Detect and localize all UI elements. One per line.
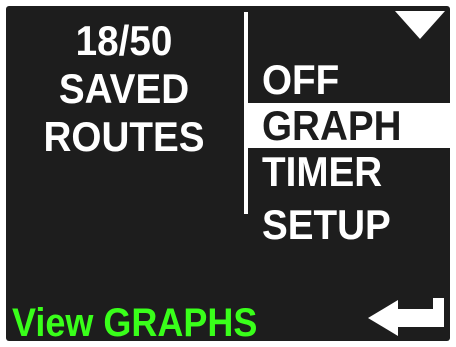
menu-item-label: TIMER [262,148,383,195]
saved-label-line1: SAVED [58,65,190,112]
saved-count-value: 18/50 [75,17,173,64]
menu-item-off[interactable]: OFF [247,57,450,102]
menu-item-timer[interactable]: TIMER [247,149,450,194]
triangle-down-icon[interactable] [395,11,445,39]
saved-label-line2: ROUTES [43,113,205,160]
menu-item-setup[interactable]: SETUP [247,202,450,247]
footer-hint: View GRAPHS [12,301,258,341]
enter-return-icon[interactable] [365,294,449,338]
menu-item-label: GRAPH [262,102,402,149]
device-screen: 18/50 SAVED ROUTES OFF GRAPH TIMER SETUP… [6,6,450,341]
menu-item-graph[interactable]: GRAPH [247,103,450,148]
menu-item-label: OFF [262,56,340,103]
menu-item-label: SETUP [262,201,391,248]
